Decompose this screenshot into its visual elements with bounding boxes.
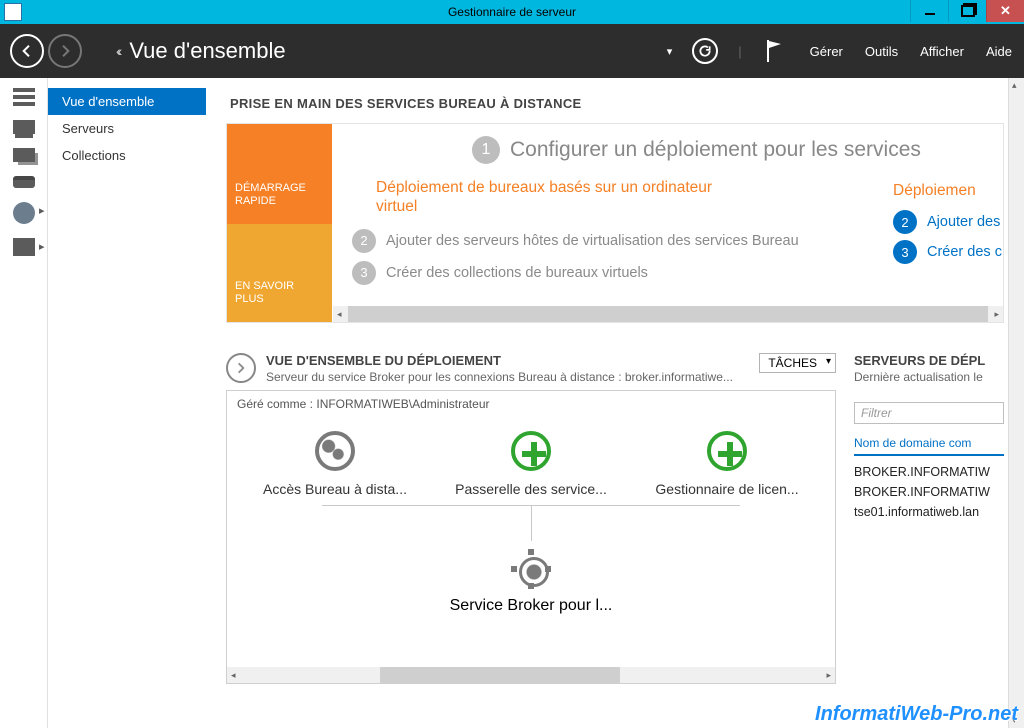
sidebar-item-servers[interactable]: Serveurs — [48, 115, 206, 142]
icon-rail — [0, 78, 48, 728]
panel-deployment-servers: SERVEURS DE DÉPL Dernière actualisation … — [854, 353, 1004, 684]
quickstart-tab-start[interactable]: DÉMARRAGE RAPIDE — [227, 124, 332, 224]
quickstart-content: 1 Configurer un déploiement pour les ser… — [332, 124, 1003, 322]
sidebar: Vue d'ensemble Serveurs Collections — [48, 78, 206, 728]
qs-step-2-label: Ajouter des serveurs hôtes de virtualisa… — [386, 233, 799, 249]
deployment-diagram: Géré comme : INFORMATIWEB\Administrateur… — [226, 390, 836, 684]
connector-line-v — [531, 505, 532, 541]
qs2-step-2-label: Ajouter des — [927, 214, 1000, 230]
servers-column-header[interactable]: Nom de domaine com — [854, 432, 1004, 456]
deployment-horizontal-scrollbar[interactable] — [227, 667, 835, 683]
quickstart-heading: 1 Configurer un déploiement pour les ser… — [472, 136, 989, 164]
step-number-3: 3 — [352, 261, 376, 285]
menu-help[interactable]: Aide — [984, 40, 1014, 63]
vertical-scrollbar[interactable] — [1008, 78, 1024, 728]
row-deployment: VUE D'ENSEMBLE DU DÉPLOIEMENT Serveur du… — [226, 353, 1004, 684]
quickstart-horizontal-scrollbar[interactable] — [333, 306, 1003, 322]
deployment-subtitle: Serveur du service Broker pour les conne… — [266, 370, 749, 384]
node-label-licensing: Gestionnaire de licen... — [642, 481, 812, 497]
menu-tools[interactable]: Outils — [863, 40, 900, 63]
quickstart-tab-learn[interactable]: EN SAVOIR PLUS — [227, 224, 332, 322]
rail-all-servers-icon[interactable] — [13, 148, 35, 162]
window-title: Gestionnaire de serveur — [0, 5, 1024, 19]
section-title-quickstart: PRISE EN MAIN DES SERVICES BUREAU À DIST… — [230, 96, 1004, 111]
globe-icon — [315, 431, 355, 471]
filter-input[interactable]: Filtrer — [854, 402, 1004, 424]
sidebar-item-overview[interactable]: Vue d'ensemble — [48, 88, 206, 115]
tasks-dropdown[interactable]: TÂCHES — [759, 353, 836, 373]
servers-panel-subtitle: Dernière actualisation le — [854, 370, 1004, 384]
header-right: ▾ | Gérer Outils Afficher Aide — [667, 36, 1014, 66]
server-row[interactable]: BROKER.INFORMATIW — [854, 482, 1004, 502]
notifications-flag-icon[interactable] — [760, 36, 790, 66]
main-area: PRISE EN MAIN DES SERVICES BUREAU À DIST… — [206, 78, 1024, 728]
quickstart-tile: DÉMARRAGE RAPIDE EN SAVOIR PLUS 1 Config… — [226, 123, 1004, 323]
rail-dashboard-icon[interactable] — [13, 88, 35, 106]
qs2-step-3[interactable]: 3 Créer des c — [893, 240, 1003, 264]
step-number-2b: 2 — [893, 210, 917, 234]
titlebar: Gestionnaire de serveur — [0, 0, 1024, 24]
deployment-vdi-link[interactable]: Déploiement de bureaux basés sur un ordi… — [376, 178, 756, 217]
rail-storage-icon[interactable] — [13, 176, 35, 188]
rail-local-server-icon[interactable] — [13, 120, 35, 134]
node-label-broker: Service Broker pour l... — [237, 597, 825, 615]
step-number-1: 1 — [472, 136, 500, 164]
step-number-3b: 3 — [893, 240, 917, 264]
breadcrumb-title: Vue d'ensemble — [129, 38, 285, 64]
server-row[interactable]: BROKER.INFORMATIW — [854, 462, 1004, 482]
nav-back-button[interactable] — [10, 34, 44, 68]
deployment-session-link[interactable]: Déploiemen — [893, 182, 1003, 200]
node-label-web: Accès Bureau à dista... — [250, 481, 420, 497]
header-bar: ‹‹ Vue d'ensemble ▾ | Gérer Outils Affic… — [0, 24, 1024, 78]
dropdown-caret-icon[interactable]: ▾ — [667, 45, 673, 58]
plus-icon — [511, 431, 551, 471]
node-connection-broker[interactable]: Service Broker pour l... — [237, 547, 825, 615]
menu-manage[interactable]: Gérer — [808, 40, 845, 63]
qs-step-3-label: Créer des collections de bureaux virtuel… — [386, 265, 648, 281]
node-rd-gateway[interactable]: Passerelle des service... — [446, 429, 616, 497]
window-controls — [910, 0, 1024, 22]
menu-view[interactable]: Afficher — [918, 40, 966, 63]
panel-deployment-overview: VUE D'ENSEMBLE DU DÉPLOIEMENT Serveur du… — [226, 353, 836, 684]
sidebar-item-collections[interactable]: Collections — [48, 142, 206, 169]
node-rd-licensing[interactable]: Gestionnaire de licen... — [642, 429, 812, 497]
broker-icon — [511, 549, 551, 589]
servers-panel-title: SERVEURS DE DÉPL — [854, 353, 1004, 368]
quickstart-heading-text: Configurer un déploiement pour les servi… — [510, 138, 921, 162]
body: Vue d'ensemble Serveurs Collections PRIS… — [0, 78, 1024, 728]
minimize-button[interactable] — [910, 0, 948, 22]
quickstart-right-column: Déploiemen 2 Ajouter des 3 Créer des c — [893, 182, 1003, 270]
node-rd-web-access[interactable]: Accès Bureau à dista... — [250, 429, 420, 497]
chevron-left-double-icon: ‹‹ — [116, 43, 119, 59]
deployment-title: VUE D'ENSEMBLE DU DÉPLOIEMENT — [266, 353, 749, 368]
rail-file-services-icon[interactable] — [13, 238, 35, 256]
maximize-button[interactable] — [948, 0, 986, 22]
refresh-button[interactable] — [690, 36, 720, 66]
quickstart-left-tabs: DÉMARRAGE RAPIDE EN SAVOIR PLUS — [227, 124, 332, 322]
close-button[interactable] — [986, 0, 1024, 22]
panel-header-deployment: VUE D'ENSEMBLE DU DÉPLOIEMENT Serveur du… — [226, 353, 836, 384]
managed-as-label: Géré comme : INFORMATIWEB\Administrateur — [237, 397, 825, 411]
rail-rds-icon[interactable] — [13, 202, 35, 224]
breadcrumb[interactable]: ‹‹ Vue d'ensemble — [116, 38, 286, 64]
separator: | — [738, 44, 741, 59]
qs2-step-2[interactable]: 2 Ajouter des — [893, 210, 1003, 234]
plus-icon — [707, 431, 747, 471]
qs2-step-3-label: Créer des c — [927, 244, 1002, 260]
deployment-top-row: Accès Bureau à dista... Passerelle des s… — [237, 429, 825, 497]
step-number-2: 2 — [352, 229, 376, 253]
node-label-gateway: Passerelle des service... — [446, 481, 616, 497]
watermark: InformatiWeb-Pro.net — [815, 703, 1018, 726]
nav-forward-button[interactable] — [48, 34, 82, 68]
server-row[interactable]: tse01.informatiweb.lan — [854, 502, 1004, 522]
expand-icon[interactable] — [226, 353, 256, 383]
